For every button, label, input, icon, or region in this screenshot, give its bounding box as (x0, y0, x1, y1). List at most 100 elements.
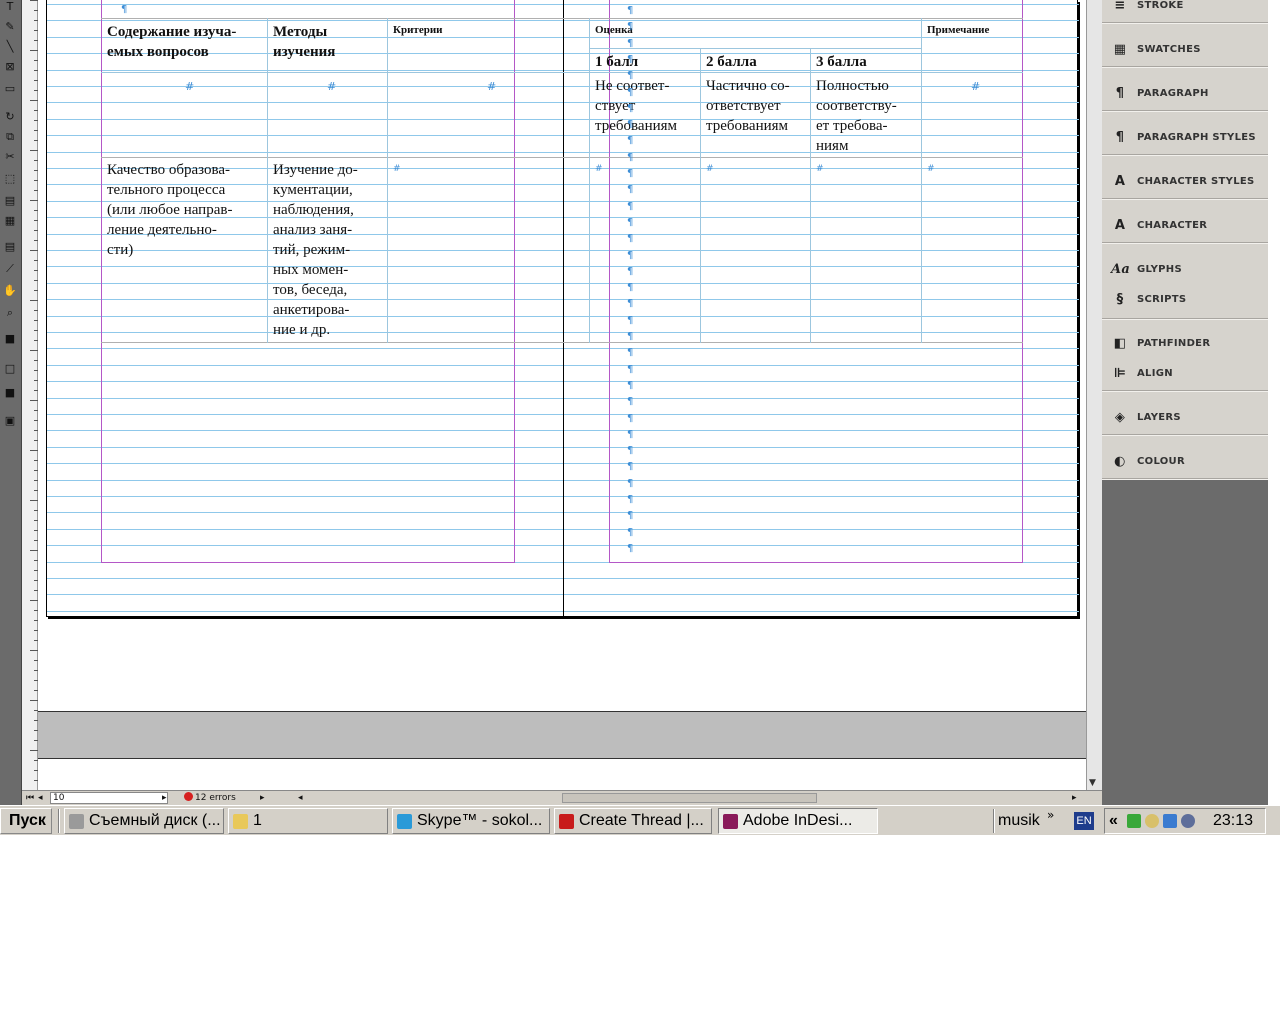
volume-icon[interactable] (1181, 814, 1195, 828)
scroll-down-icon[interactable]: ▼ (1089, 778, 1096, 788)
bluetooth-icon[interactable] (1163, 814, 1177, 828)
cell-end-marker: # (327, 80, 337, 93)
taskbar-item-label: Create Thread |... (579, 812, 704, 829)
zoom-tool-icon[interactable]: ⌕ (2, 306, 18, 320)
formatting-affects-container-icon[interactable]: □ (2, 362, 18, 376)
cell-end-marker: # (971, 80, 981, 93)
taskbar-separator (58, 809, 60, 833)
vertical-scrollbar[interactable]: ▼ (1086, 0, 1102, 790)
table-grid-line (267, 18, 268, 343)
panel-tab-scripts[interactable]: § SCRIPTS (1102, 290, 1268, 310)
type-tool-icon[interactable]: T (2, 0, 18, 14)
rectangle-tool-icon[interactable]: ▭ (2, 82, 18, 96)
scroll-right-icon[interactable]: ▸ (1072, 792, 1077, 804)
prev-page-icon[interactable]: ◂ (38, 792, 43, 804)
cell-end-marker: # (185, 80, 195, 93)
line-tool-icon[interactable]: ╲ (2, 40, 18, 54)
toolbar-chevron-icon[interactable]: » (1047, 808, 1054, 822)
header-criteria[interactable]: Критерии (393, 23, 443, 37)
taskbar-item-label: Skype™ - sokol... (417, 812, 543, 829)
tray-expand-icon[interactable]: « (1109, 809, 1118, 833)
score-3-label[interactable]: 3 балла (816, 52, 867, 72)
paragraph-marker: ¶ (121, 4, 128, 15)
panel-tab-character[interactable]: A CHARACTER (1102, 216, 1268, 236)
panel-tab-colour[interactable]: ◐ COLOUR (1102, 452, 1268, 472)
paragraph-marker: ¶ (627, 331, 634, 342)
header-content[interactable]: Содержание изуча- емых вопросов (107, 22, 236, 62)
paragraph-marker: ¶ (627, 217, 634, 228)
language-indicator[interactable]: EN (1074, 812, 1094, 830)
panel-separator (1102, 22, 1268, 24)
rectangle-frame-tool-icon[interactable]: ⊠ (2, 60, 18, 74)
row1-content[interactable]: Качество образова- тельного процесса (ил… (107, 160, 232, 260)
paragraph-marker: ¶ (627, 135, 634, 146)
paragraph-marker: ¶ (627, 445, 634, 456)
first-page-icon[interactable]: ⏮ (26, 792, 34, 804)
taskbar-item-folder[interactable]: 1 (228, 808, 388, 834)
panel-tab-layers[interactable]: ◈ LAYERS (1102, 408, 1268, 428)
score-1-description[interactable]: Не соответ- ствует требованиям (595, 76, 677, 136)
taskbar-item-skype[interactable]: Skype™ - sokol... (392, 808, 550, 834)
network-icon[interactable] (1145, 814, 1159, 828)
taskbar-item-opera[interactable]: Create Thread |... (554, 808, 712, 834)
panel-label: SCRIPTS (1137, 294, 1187, 305)
panel-label: LAYERS (1137, 412, 1181, 423)
start-button[interactable]: Пуск (0, 808, 52, 834)
eyedropper-tool-icon[interactable]: ⟋ (2, 262, 18, 276)
score-3-description[interactable]: Полностью соответству- ет требова- ниям (816, 76, 897, 156)
panel-label: COLOUR (1137, 456, 1185, 467)
panel-label: CHARACTER STYLES (1137, 176, 1255, 187)
preflight-status[interactable]: 12 errors (184, 792, 236, 804)
panel-label: PATHFINDER (1137, 338, 1211, 349)
row1-methods[interactable]: Изучение до- кументации, наблюдения, ана… (273, 160, 358, 340)
paragraph-styles-icon: ¶ (1115, 130, 1125, 145)
horizontal-scroll-thumb[interactable] (562, 793, 817, 803)
panel-tab-pathfinder[interactable]: ◧ PATHFINDER (1102, 334, 1268, 354)
header-note[interactable]: Примечание (927, 23, 989, 37)
hand-tool-icon[interactable]: ✋ (2, 284, 18, 298)
panel-tab-paragraph-styles[interactable]: ¶ PARAGRAPH STYLES (1102, 128, 1268, 148)
gradient-feather-tool-icon[interactable]: ▦ (2, 214, 18, 228)
vertical-ruler[interactable] (22, 0, 38, 790)
panel-separator (1102, 66, 1268, 68)
rotate-tool-icon[interactable]: ↻ (2, 110, 18, 124)
panel-tab-stroke[interactable]: ≡ STROKE (1102, 0, 1268, 16)
user-toolbar[interactable]: musik (998, 808, 1040, 834)
panel-tab-paragraph[interactable]: ¶ PARAGRAPH (1102, 84, 1268, 104)
preflight-menu-icon[interactable]: ▸ (260, 792, 265, 804)
scale-tool-icon[interactable]: ⧉ (2, 130, 18, 144)
score-2-description[interactable]: Частично со- ответствует требованиям (706, 76, 790, 136)
table-top-border (101, 18, 1023, 19)
free-transform-tool-icon[interactable]: ⬚ (2, 172, 18, 186)
clock[interactable]: 23:13 (1213, 809, 1253, 833)
paragraph-marker: ¶ (627, 494, 634, 505)
panel-tab-swatches[interactable]: ▦ SWATCHES (1102, 40, 1268, 60)
table-grid-line (589, 48, 921, 49)
panel-tab-character-styles[interactable]: A CHARACTER STYLES (1102, 172, 1268, 192)
scroll-left-icon[interactable]: ◂ (298, 792, 303, 804)
taskbar-item-drive[interactable]: Съемный диск (... (64, 808, 224, 834)
gradient-tool-icon[interactable]: ▤ (2, 194, 18, 208)
view-mode-icon[interactable]: ▣ (2, 414, 18, 428)
taskbar-item-indesign[interactable]: Adobe InDesi... (718, 808, 878, 834)
apply-color-icon[interactable]: ■ (2, 386, 18, 400)
note-tool-icon[interactable]: ▤ (2, 240, 18, 254)
ruler-tick (30, 150, 38, 151)
panel-separator (1102, 198, 1268, 200)
antivirus-icon[interactable] (1127, 814, 1141, 828)
table-grid-line (387, 18, 388, 343)
pencil-tool-icon[interactable]: ✎ (2, 20, 18, 34)
page-spread: Содержание изуча- емых вопросов Методы и… (46, 0, 1079, 617)
fill-stroke-swatch-icon[interactable]: ■ (2, 332, 18, 346)
panel-tab-glyphs[interactable]: Aa GLYPHS (1102, 260, 1268, 280)
paragraph-marker: ¶ (627, 429, 634, 440)
scissors-tool-icon[interactable]: ✂ (2, 150, 18, 164)
paragraph-marker: ¶ (627, 70, 634, 81)
score-2-label[interactable]: 2 балла (706, 52, 757, 72)
header-methods[interactable]: Методы изучения (273, 22, 335, 62)
next-page-icon[interactable]: ▸ (162, 792, 167, 804)
panel-tab-align[interactable]: ⊫ ALIGN (1102, 364, 1268, 384)
paragraph-marker: ¶ (627, 21, 634, 32)
document-canvas[interactable]: Содержание изуча- емых вопросов Методы и… (38, 0, 1086, 790)
page-number-field[interactable]: 10 (50, 792, 168, 804)
